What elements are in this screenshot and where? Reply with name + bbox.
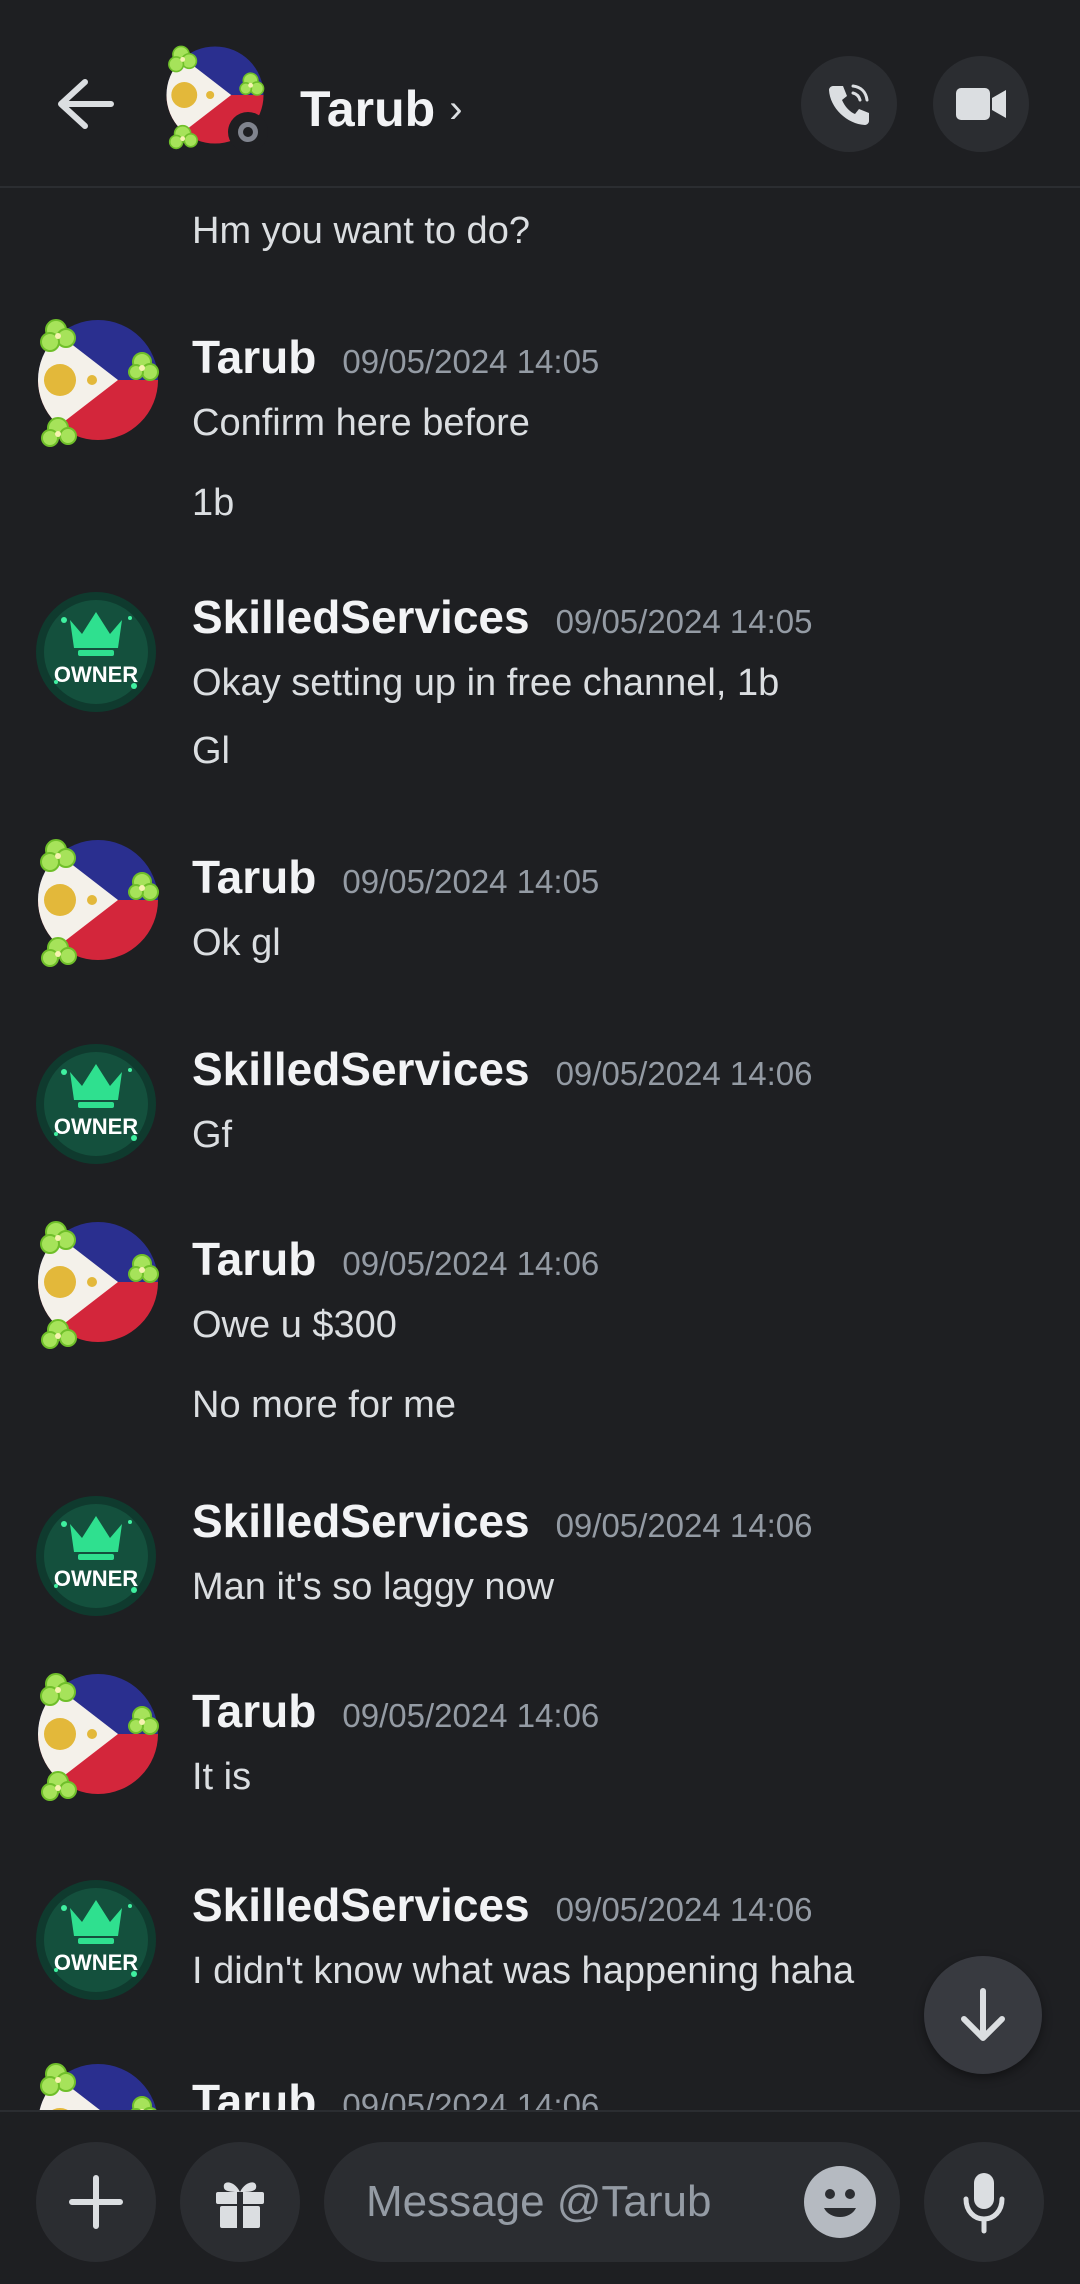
gift-icon	[216, 2182, 264, 2228]
message-text: Confirm here before	[192, 402, 530, 444]
author-name[interactable]: Tarub	[192, 1232, 316, 1286]
voice-message-button[interactable]	[924, 2142, 1044, 2262]
avatar[interactable]	[30, 1214, 166, 1350]
avatar[interactable]: OWNER	[34, 1878, 158, 2002]
arrow-left-icon	[58, 79, 114, 129]
message-header: SkilledServices 09/05/2024 14:06	[192, 1878, 813, 1932]
message-text: Gf	[192, 1114, 233, 1156]
message-header: SkilledServices 09/05/2024 14:05	[192, 590, 813, 644]
author-name[interactable]: Tarub	[192, 1684, 316, 1738]
voice-call-button[interactable]	[801, 56, 897, 152]
message-header: SkilledServices 09/05/2024 14:06	[192, 1042, 813, 1096]
avatar[interactable]: OWNER	[34, 1042, 158, 1166]
attach-button[interactable]	[36, 2142, 156, 2262]
video-camera-icon	[956, 88, 1006, 120]
avatar[interactable]: OWNER	[34, 590, 158, 714]
crown-icon: OWNER	[36, 592, 156, 712]
message-text: Ok gl	[192, 922, 281, 964]
arrow-down-icon	[961, 1988, 1005, 2041]
message-input[interactable]	[364, 2176, 788, 2228]
message-header: Tarub 09/05/2024 14:05	[192, 850, 599, 904]
owner-badge-text: OWNER	[54, 1950, 138, 1975]
smiley-icon	[824, 2189, 856, 2217]
author-name[interactable]: Tarub	[192, 850, 316, 904]
message-text: Okay setting up in free channel, 1b	[192, 662, 780, 704]
timestamp: 09/05/2024 14:06	[342, 1245, 600, 1282]
message-text: 1b	[192, 482, 235, 524]
timestamp: 09/05/2024 14:06	[555, 1891, 813, 1928]
author-name[interactable]: SkilledServices	[192, 1878, 530, 1932]
back-button[interactable]	[40, 66, 130, 142]
message-header: Tarub 09/05/2024 14:06	[192, 1684, 599, 1738]
author-name[interactable]: SkilledServices	[192, 590, 530, 644]
timestamp: 09/05/2024 14:06	[342, 2087, 600, 2110]
timestamp: 09/05/2024 14:06	[555, 1055, 813, 1092]
emoji-button[interactable]	[804, 2166, 876, 2238]
message-header: SkilledServices 09/05/2024 14:06	[192, 1494, 813, 1548]
crown-icon: OWNER	[36, 1044, 156, 1164]
avatar[interactable]: OWNER	[34, 1494, 158, 1618]
microphone-icon	[963, 2173, 1005, 2234]
owner-badge-text: OWNER	[54, 1566, 138, 1591]
chat-title: Tarub	[300, 81, 436, 137]
page-title[interactable]: Tarub ›	[300, 76, 463, 142]
chat-header: Tarub ›	[0, 0, 1080, 188]
author-name[interactable]: SkilledServices	[192, 1042, 530, 1096]
author-name[interactable]: Tarub	[192, 330, 316, 384]
phone-icon	[829, 84, 869, 125]
timestamp: 09/05/2024 14:06	[342, 1697, 600, 1734]
message-text: Hm you want to do?	[192, 210, 530, 252]
crown-icon: OWNER	[36, 1496, 156, 1616]
message-text: Gl	[192, 730, 230, 772]
timestamp: 09/05/2024 14:05	[342, 343, 600, 380]
avatar[interactable]	[30, 312, 166, 448]
message-list[interactable]: Hm you want to do? Tarub 09/05/2024 14:0…	[0, 190, 1080, 2110]
crown-icon: OWNER	[36, 1880, 156, 2000]
message-text: I didn't know what was happening haha	[192, 1950, 855, 1992]
timestamp: 09/05/2024 14:05	[555, 603, 813, 640]
avatar[interactable]	[30, 2056, 166, 2110]
avatar[interactable]	[30, 832, 166, 968]
message-text: Man it's so laggy now	[192, 1566, 555, 1608]
message-header: Tarub 09/05/2024 14:05	[192, 330, 599, 384]
message-header: Tarub 09/05/2024 14:06	[192, 1232, 599, 1286]
status-offline-indicator	[228, 112, 268, 152]
plus-icon	[69, 2175, 123, 2229]
timestamp: 09/05/2024 14:05	[342, 863, 600, 900]
message-input-wrapper	[324, 2142, 900, 2262]
author-name[interactable]: Tarub	[192, 2074, 316, 2110]
owner-badge-text: OWNER	[54, 662, 138, 687]
chevron-right-icon: ›	[449, 86, 463, 131]
message-text: It is	[192, 1756, 252, 1798]
jump-to-present-button[interactable]	[924, 1956, 1042, 2074]
owner-badge-text: OWNER	[54, 1114, 138, 1139]
timestamp: 09/05/2024 14:06	[555, 1507, 813, 1544]
gift-button[interactable]	[180, 2142, 300, 2262]
video-call-button[interactable]	[933, 56, 1029, 152]
composer-bar	[0, 2110, 1080, 2284]
author-name[interactable]: SkilledServices	[192, 1494, 530, 1548]
message-header: Tarub 09/05/2024 14:06	[192, 2074, 599, 2110]
message-text: No more for me	[192, 1384, 456, 1426]
message-text: Owe u $300	[192, 1304, 397, 1346]
avatar[interactable]	[30, 1666, 166, 1802]
